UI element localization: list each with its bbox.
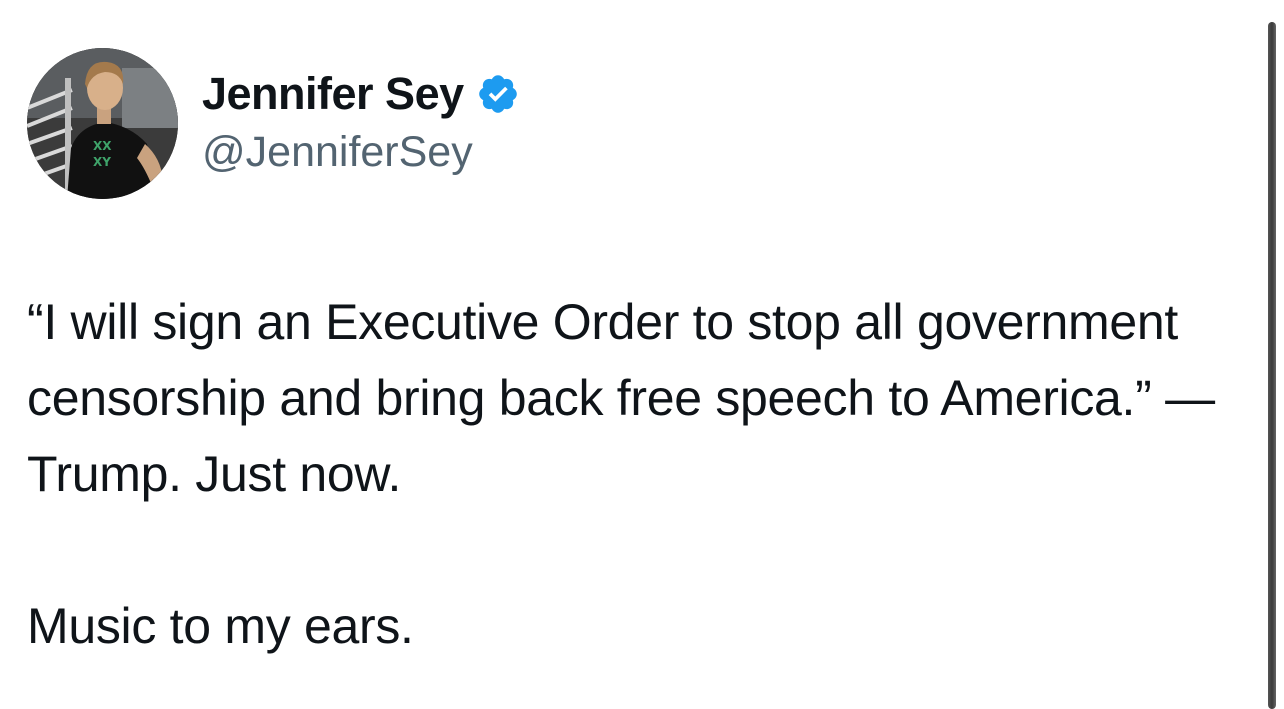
verified-badge-icon <box>476 72 520 116</box>
avatar[interactable]: XX XY <box>27 48 178 199</box>
author-handle[interactable]: @JenniferSey <box>202 128 520 177</box>
name-row: Jennifer Sey <box>202 66 520 122</box>
scrollbar[interactable] <box>1268 22 1276 709</box>
tweet-text: “I will sign an Executive Order to stop … <box>27 284 1227 664</box>
author-block: Jennifer Sey @JenniferSey <box>202 66 520 177</box>
svg-text:XX: XX <box>93 139 112 153</box>
tweet: XX XY Jennifer Sey @JenniferSey “I will … <box>0 0 1262 709</box>
author-display-name[interactable]: Jennifer Sey <box>202 68 464 120</box>
tweet-paragraph: “I will sign an Executive Order to stop … <box>27 294 1215 502</box>
tweet-paragraph: Music to my ears. <box>27 598 414 654</box>
svg-text:XY: XY <box>93 155 111 169</box>
